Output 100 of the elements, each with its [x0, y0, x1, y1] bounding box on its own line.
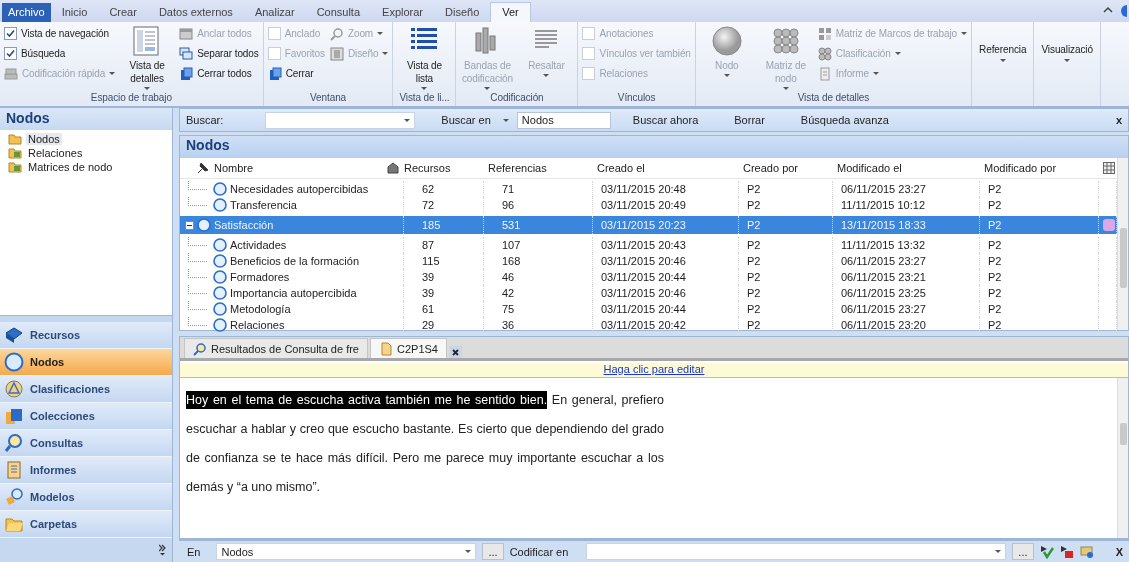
box-icon	[4, 325, 24, 345]
table-cell: P2	[739, 317, 833, 333]
ribbon-button[interactable]: Cerrar todos	[179, 65, 259, 82]
table-row[interactable]: Satisfacción 185 531 03/11/2015 20:23 P2 13/11/2015 18:33 P2	[180, 216, 1117, 234]
table-cell: Relaciones	[230, 319, 285, 331]
caret-icon	[502, 118, 509, 122]
scrollbar[interactable]	[1117, 158, 1128, 330]
table-row[interactable]: Necesidades autopercibidas 62 71 03/11/2015 20:48 P2 06/11/2015 23:27 P2	[180, 181, 1117, 197]
caret-icon	[109, 72, 116, 75]
checkbox[interactable]: Vista de navegación	[4, 25, 116, 42]
scope-field[interactable]: Nodos	[516, 111, 611, 129]
table-cell: 168	[484, 253, 593, 269]
table-cell: Satisfacción	[214, 219, 274, 231]
column-header[interactable]: Creado el	[593, 158, 739, 178]
document-paragraph: Hoy en el tema de escucha activa también me he sentido bien. En general, prefiero escuchar a hablar y creo que escucho bastante. Es cierto que dependiendo del grado de confianza se te hace más difícil. Pero me parece muy importante escuchar a los demás y “a uno mismo”.	[186, 390, 664, 496]
check-icon[interactable]	[1039, 544, 1054, 559]
nav-item[interactable]: Recursos	[0, 322, 172, 349]
node-icon	[213, 198, 227, 212]
table-cell: 03/11/2015 20:44	[593, 269, 739, 285]
scrollbar[interactable]	[1117, 378, 1128, 538]
browse-button[interactable]: ...	[482, 543, 504, 560]
search-field[interactable]	[265, 111, 416, 129]
nav-item[interactable]: Carpetas	[0, 511, 172, 538]
ribbon-button[interactable]: Referencia	[976, 25, 1030, 81]
chevron-icon[interactable]	[159, 544, 166, 556]
table-cell: 06/11/2015 23:27	[833, 253, 980, 269]
table-cell: P2	[980, 181, 1099, 197]
document-tab[interactable]: Resultados de Consulta de fre	[184, 338, 368, 358]
table-row[interactable]: Metodología 61 75 03/11/2015 20:44 P2 06/11/2015 23:27 P2	[180, 301, 1117, 317]
table-row[interactable]: Transferencia 72 96 03/11/2015 20:49 P2 11/11/2015 10:12 P2	[180, 197, 1117, 213]
column-header[interactable]: Modificado por	[980, 158, 1099, 178]
table-row[interactable]: Formadores 39 46 03/11/2015 20:44 P2 06/11/2015 23:21 P2	[180, 269, 1117, 285]
nav-item[interactable]: Consultas	[0, 430, 172, 457]
dots-icon	[817, 46, 832, 61]
collapse-toggle[interactable]	[185, 220, 194, 230]
table-cell: P2	[980, 269, 1099, 285]
close-button[interactable]: x	[1115, 114, 1128, 126]
table-cell: 87	[404, 237, 484, 253]
file-menu-tab[interactable]: Archivo	[2, 3, 51, 22]
table-cell: P2	[739, 301, 833, 317]
magnifier-icon	[329, 26, 344, 41]
table-row[interactable]: Beneficios de la formación 115 168 03/11/2015 20:46 P2 06/11/2015 23:27 P2	[180, 253, 1117, 269]
field-label: Buscar:	[186, 114, 224, 126]
nav-item[interactable]: Colecciones	[0, 403, 172, 430]
node-field[interactable]: Nodos	[216, 543, 477, 560]
column-chooser-icon[interactable]	[1103, 162, 1115, 174]
close-button[interactable]: X	[1115, 545, 1129, 558]
ribbon-button[interactable]: Separar todos	[179, 45, 259, 62]
code-in-field[interactable]	[586, 543, 1007, 560]
tree-item[interactable]: Nodos	[26, 133, 62, 145]
folder-icon	[8, 161, 22, 173]
document-tab[interactable]: C2P1S4	[370, 338, 447, 358]
menu-tab[interactable]: Ver	[490, 2, 531, 22]
table-cell: 107	[484, 237, 593, 253]
checkbox[interactable]: Búsqueda	[4, 45, 116, 62]
menu-tab[interactable]: Datos externos	[147, 3, 244, 22]
table-cell: P2	[739, 197, 833, 213]
ribbon-button[interactable]: Vista de detalles	[120, 25, 175, 90]
ribbon-button[interactable]: Vista de lista	[397, 25, 452, 90]
table-row[interactable]: Importancia autopercibida 39 42 03/11/2015 20:46 P2 06/11/2015 23:25 P2	[180, 285, 1117, 301]
caret-icon	[995, 550, 1002, 553]
caret-icon	[543, 74, 550, 77]
browse-button[interactable]: ...	[1012, 543, 1034, 560]
table-row[interactable]: Actividades 87 107 03/11/2015 20:43 P2 11/11/2015 13:32 P2	[180, 237, 1117, 253]
close-tab-button[interactable]	[448, 346, 462, 358]
caret-icon	[377, 32, 384, 35]
nav-item[interactable]: Modelos	[0, 484, 172, 511]
tree-item[interactable]: Matrices de nodo	[26, 161, 115, 173]
table-cell: P2	[739, 216, 833, 234]
menu-tab[interactable]: Analizar	[243, 3, 306, 22]
menu-tab[interactable]: Explorar	[371, 3, 434, 22]
tree-item[interactable]: Relaciones	[26, 147, 85, 159]
ribbon-button[interactable]: Visualizació	[1038, 25, 1096, 81]
collapse-ribbon-icon[interactable]	[1103, 5, 1113, 15]
nav-item[interactable]: Informes	[0, 457, 172, 484]
edit-link[interactable]: Haga clic para editar	[603, 363, 705, 377]
table-cell: Actividades	[230, 239, 287, 251]
column-header[interactable]: Creado por	[739, 158, 833, 178]
search-button[interactable]: Búsqueda avanza	[786, 113, 903, 127]
table-cell: 72	[404, 197, 484, 213]
caret-icon	[382, 52, 389, 55]
search-button[interactable]: Buscar ahora	[618, 113, 713, 127]
help-icon[interactable]	[1119, 5, 1127, 17]
ribbon-button[interactable]: Cerrar	[267, 65, 325, 82]
caret-icon	[144, 87, 151, 90]
column-header[interactable]: Referencias	[484, 158, 593, 178]
nav-item[interactable]: Clasificaciones	[0, 376, 172, 403]
menu-tab[interactable]: Inicio	[50, 3, 99, 22]
nav-item[interactable]: Nodos	[0, 349, 172, 376]
menu-tab[interactable]: Consulta	[305, 3, 372, 22]
menu-tab[interactable]: Diseño	[434, 3, 491, 22]
table-cell: Formadores	[230, 271, 290, 283]
table-cell: 03/11/2015 20:49	[593, 197, 739, 213]
uncode-icon[interactable]	[1059, 544, 1074, 559]
search-button[interactable]: Borrar	[720, 113, 779, 127]
menu-tab[interactable]: Crear	[98, 3, 148, 22]
scope-button[interactable]: Buscar en	[441, 111, 509, 129]
column-header[interactable]: Modificado el	[833, 158, 980, 178]
table-cell: 06/11/2015 23:20	[833, 317, 980, 333]
table-row[interactable]: Relaciones 29 36 03/11/2015 20:42 P2 06/11/2015 23:20 P2	[180, 317, 1117, 333]
